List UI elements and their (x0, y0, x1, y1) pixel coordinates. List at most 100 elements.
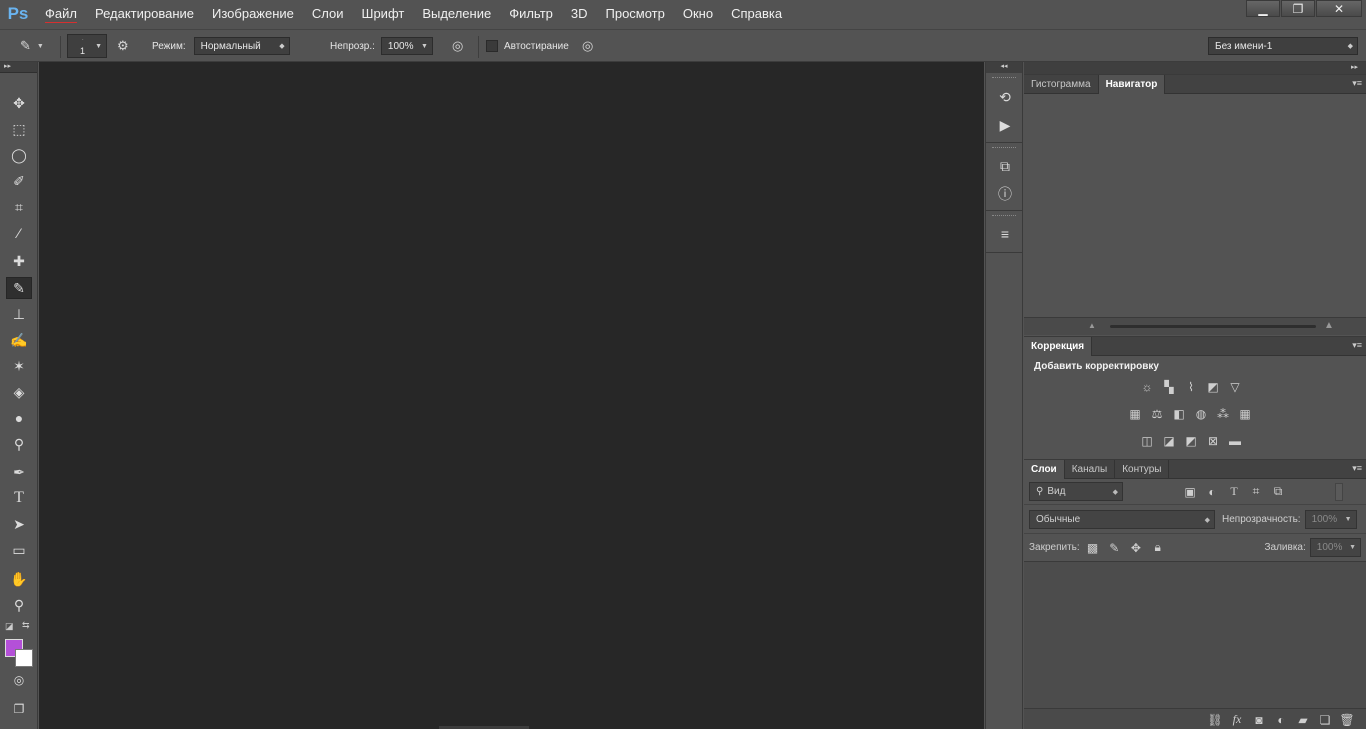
menu-help[interactable]: Справка (722, 0, 791, 28)
stamp-tool-icon[interactable]: ⊥ (6, 303, 32, 325)
menu-select[interactable]: Выделение (413, 0, 500, 28)
3d-icon[interactable]: ⧉ (994, 156, 1016, 176)
tablet-pressure-opacity-icon[interactable]: ◎ (452, 38, 463, 54)
brush-size-picker[interactable]: · 1 ▼ (67, 34, 107, 58)
lasso-tool-icon[interactable]: ◯ (6, 144, 32, 166)
brightness-icon[interactable]: ☼ (1138, 379, 1156, 395)
menu-view[interactable]: Просмотр (597, 0, 674, 28)
tab-layers[interactable]: Слои (1024, 460, 1065, 479)
tab-adjustments[interactable]: Коррекция (1024, 337, 1093, 356)
minimize-button[interactable]: ▁ (1246, 0, 1280, 17)
menu-3d[interactable]: 3D (562, 0, 597, 28)
lock-all-icon[interactable]: 🔒︎ (1149, 540, 1167, 556)
auto-erase-checkbox[interactable] (486, 40, 498, 52)
curves-icon[interactable]: ⌇ (1182, 379, 1200, 395)
collapse-icon[interactable]: ▸▸ (0, 62, 37, 73)
panel-menu-icon[interactable]: ▾≡ (1352, 463, 1362, 474)
menu-file[interactable]: Файл (36, 0, 86, 28)
exposure-icon[interactable]: ◩ (1204, 379, 1222, 395)
pen-tool-icon[interactable]: ✒ (6, 461, 32, 483)
mode-select[interactable]: Нормальный ◆ (193, 37, 290, 55)
invert-icon[interactable]: ◫ (1138, 433, 1156, 449)
marquee-tool-icon[interactable]: ⬚ (6, 118, 32, 140)
collapse-icon[interactable]: ◂◂ (986, 62, 1022, 73)
canvas-workspace[interactable] (39, 62, 984, 729)
lock-position-icon[interactable]: ✥ (1127, 540, 1145, 556)
tab-channels[interactable]: Каналы (1065, 460, 1116, 479)
lock-image-icon[interactable]: ✎ (1105, 540, 1123, 556)
eyedropper-tool-icon[interactable]: ⁄ (6, 222, 32, 244)
filter-adjustment-icon[interactable]: ◐ (1203, 484, 1221, 500)
filter-type-icon[interactable]: T (1225, 484, 1243, 500)
close-button[interactable]: ✕ (1316, 0, 1362, 17)
quick-mask-icon[interactable]: ◎ (6, 669, 32, 691)
menu-image[interactable]: Изображение (203, 0, 303, 28)
actions-play-icon[interactable]: ▶ (994, 115, 1016, 135)
delete-layer-icon[interactable]: 🗑︎ (1338, 712, 1356, 728)
dodge-tool-icon[interactable]: ⚲ (6, 433, 32, 455)
swap-colors-icon[interactable]: ⇆ (22, 620, 30, 631)
tab-paths[interactable]: Контуры (1115, 460, 1170, 479)
photo-filter-icon[interactable]: ◍ (1192, 406, 1210, 422)
opacity-input[interactable]: 100% ▼ (380, 37, 433, 55)
document-select[interactable]: Без имени-1 ◆ (1208, 37, 1358, 55)
menu-filter[interactable]: Фильтр (500, 0, 562, 28)
brush-panel-icon[interactable]: ⚙ (117, 38, 129, 54)
channel-mixer-icon[interactable]: ⁂ (1214, 406, 1232, 422)
new-group-icon[interactable]: ▰ (1294, 712, 1312, 728)
selective-color-icon[interactable]: ⊠ (1204, 433, 1222, 449)
tab-navigator[interactable]: Навигатор (1098, 75, 1166, 94)
hand-tool-icon[interactable]: ✋ (6, 568, 32, 590)
paint-bucket-tool-icon[interactable]: ◈ (6, 381, 32, 403)
crop-tool-icon[interactable]: ⌗ (6, 196, 32, 218)
path-select-tool-icon[interactable]: ➤ (6, 513, 32, 535)
posterize-icon[interactable]: ◪ (1160, 433, 1178, 449)
history-icon[interactable]: ⟲ (994, 87, 1016, 107)
layer-style-icon[interactable]: fx (1228, 712, 1246, 728)
filter-shape-icon[interactable]: ⌗ (1247, 484, 1265, 500)
restore-button[interactable]: ❐ (1281, 0, 1315, 17)
new-layer-icon[interactable]: ❏ (1316, 712, 1334, 728)
screen-mode-icon[interactable]: ❐ (6, 698, 32, 720)
color-balance-icon[interactable]: ⚖ (1148, 406, 1166, 422)
new-adjustment-layer-icon[interactable]: ◐ (1272, 712, 1290, 728)
tool-preset-picker[interactable]: ✎ ▼ (20, 30, 44, 62)
blend-mode-select[interactable]: Обычные ◆ (1029, 510, 1215, 529)
threshold-icon[interactable]: ◩ (1182, 433, 1200, 449)
rectangle-tool-icon[interactable]: ▭ (6, 539, 32, 561)
type-tool-icon[interactable]: T (6, 487, 32, 509)
filter-toggle[interactable] (1335, 482, 1343, 501)
healing-brush-tool-icon[interactable]: ✚ (6, 250, 32, 272)
history-brush-tool-icon[interactable]: ✍ (6, 329, 32, 351)
info-icon[interactable]: ⓘ (994, 184, 1016, 204)
pencil-tool-icon[interactable]: ✎ (6, 277, 32, 299)
zoom-in-icon[interactable]: ▲ (1324, 320, 1334, 331)
move-tool-icon[interactable]: ✥ (6, 92, 32, 114)
color-lookup-icon[interactable]: ▦ (1236, 406, 1254, 422)
lock-transparent-icon[interactable]: ▩ (1084, 540, 1102, 556)
filter-smart-object-icon[interactable]: ⧉ (1269, 484, 1287, 500)
zoom-slider[interactable] (1110, 325, 1316, 328)
default-colors-icon[interactable]: ◪ (5, 621, 14, 632)
quick-select-tool-icon[interactable]: ✐ (6, 170, 32, 192)
layer-opacity-input[interactable]: 100% ▼ (1304, 510, 1357, 529)
tablet-pressure-size-icon[interactable]: ◎ (582, 38, 593, 54)
zoom-out-icon[interactable]: ▲ (1088, 321, 1096, 330)
black-white-icon[interactable]: ◧ (1170, 406, 1188, 422)
link-layers-icon[interactable]: ⛓ (1206, 712, 1224, 728)
hue-saturation-icon[interactable]: ▦ (1126, 406, 1144, 422)
vibrance-icon[interactable]: ▽ (1226, 379, 1244, 395)
tab-histogram[interactable]: Гистограмма (1024, 75, 1099, 94)
zoom-tool-icon[interactable]: ⚲ (6, 594, 32, 616)
menu-edit[interactable]: Редактирование (86, 0, 203, 28)
menu-type[interactable]: Шрифт (353, 0, 414, 28)
panels-collapse-strip[interactable]: ▸▸ (1024, 62, 1366, 74)
layer-filter-select[interactable]: ⚲ Вид ◆ (1029, 482, 1123, 501)
filter-pixel-icon[interactable]: ▣ (1181, 484, 1199, 500)
levels-icon[interactable]: ▚ (1160, 379, 1178, 395)
background-color-swatch[interactable] (15, 649, 33, 667)
add-mask-icon[interactable]: ◙ (1250, 712, 1268, 728)
eraser-tool-icon[interactable]: ✶ (6, 355, 32, 377)
menu-window[interactable]: Окно (674, 0, 722, 28)
panel-menu-icon[interactable]: ▾≡ (1352, 78, 1362, 89)
